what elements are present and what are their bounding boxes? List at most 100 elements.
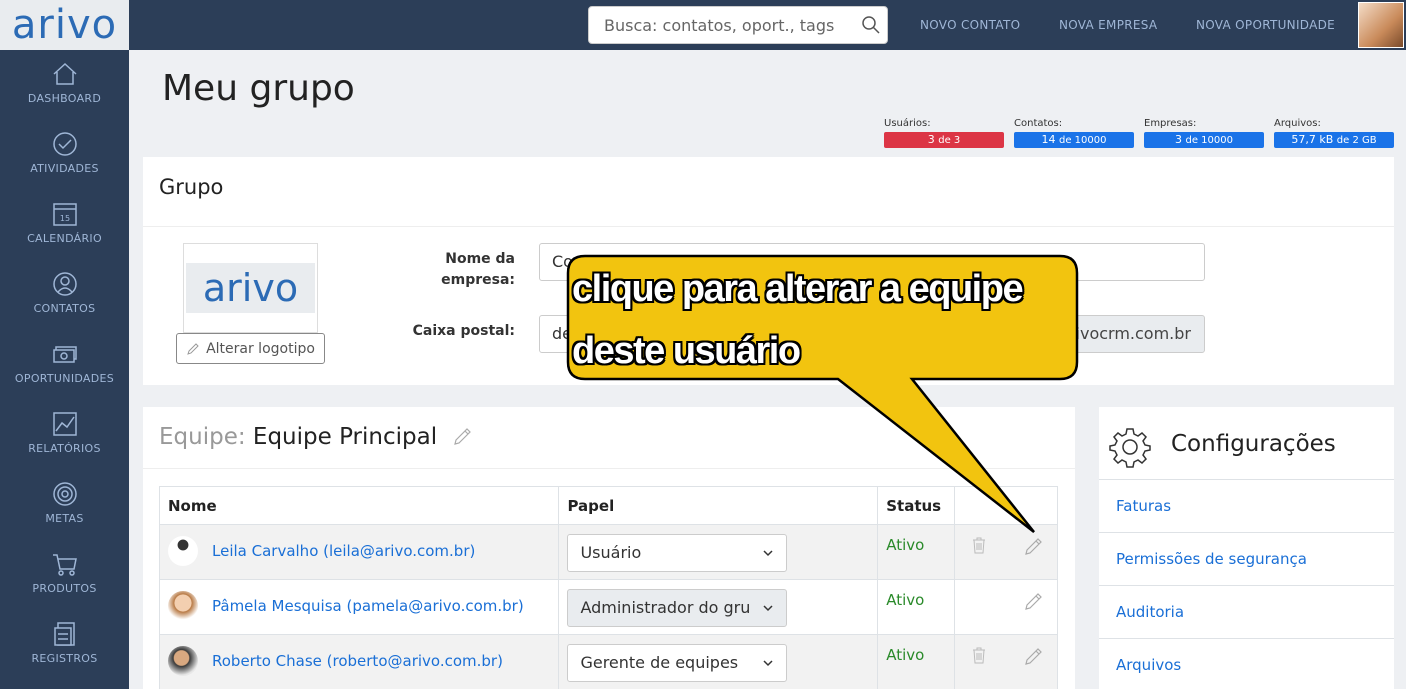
- new-contact-link[interactable]: NOVO CONTATO: [920, 18, 1020, 32]
- company-name-label-line1: Nome da: [445, 251, 515, 267]
- config-link-permissoes[interactable]: Permissões de segurança: [1099, 532, 1394, 585]
- trash-icon[interactable]: [971, 535, 987, 555]
- stat-value: 3: [1175, 133, 1182, 146]
- config-link-faturas[interactable]: Faturas: [1099, 479, 1394, 532]
- user-cell: Leila Carvalho (leila@arivo.com.br): [158, 524, 560, 580]
- status-cell: Ativo: [877, 524, 956, 580]
- change-logo-label: Alterar logotipo: [206, 340, 315, 357]
- role-cell: Usuário: [558, 524, 879, 580]
- stat-value: 3: [927, 133, 935, 146]
- table-header-row: Nome Papel Status: [158, 486, 1058, 525]
- page-title: Meu grupo: [162, 68, 355, 109]
- avatar: [168, 536, 198, 566]
- sidebar-item-label: ATIVIDADES: [30, 162, 99, 175]
- stat-usuarios: Usuários: 3 de 3: [884, 118, 1004, 148]
- mailbox-domain-suffix: ivocrm.com.br: [1058, 315, 1205, 353]
- team-title: Equipe: Equipe Principal: [159, 424, 474, 450]
- column-header-papel[interactable]: Papel: [558, 486, 879, 525]
- search-box: [588, 6, 888, 44]
- user-link[interactable]: Pâmela Mesquisa (pamela@arivo.com.br): [212, 597, 524, 615]
- config-card: Configurações Faturas Permissões de segu…: [1099, 407, 1394, 689]
- sidebar-item-metas[interactable]: METAS: [0, 480, 129, 550]
- company-name-label-line2: empresa:: [441, 272, 515, 288]
- sidebar-item-contatos[interactable]: CONTATOS: [0, 270, 129, 340]
- sidebar-item-produtos[interactable]: PRODUTOS: [0, 550, 129, 620]
- role-select[interactable]: Administrador do gru: [567, 589, 788, 627]
- stat-bar: 14 de 10000: [1014, 132, 1134, 148]
- sidebar-item-oportunidades[interactable]: OPORTUNIDADES: [0, 340, 129, 410]
- sidebar-item-label: CONTATOS: [33, 302, 96, 315]
- stat-empresas: Empresas: 3 de 10000: [1144, 118, 1264, 148]
- sidebar-item-label: RELATÓRIOS: [28, 442, 101, 455]
- new-opportunity-link[interactable]: NOVA OPORTUNIDADE: [1196, 18, 1335, 32]
- sidebar-item-label: DASHBOARD: [27, 92, 102, 105]
- role-cell: Administrador do gru: [558, 579, 879, 635]
- trash-icon[interactable]: [971, 645, 987, 665]
- config-link-auditoria[interactable]: Auditoria: [1099, 585, 1394, 638]
- column-header-status[interactable]: Status: [877, 486, 956, 525]
- status-text: Ativo: [886, 646, 925, 664]
- table-row: Leila Carvalho (leila@arivo.com.br) Usuá…: [158, 524, 1058, 580]
- sidebar-item-dashboard[interactable]: DASHBOARD: [0, 60, 129, 130]
- divider: [143, 226, 1394, 227]
- chart-icon: [52, 412, 77, 436]
- sidebar-item-label: PRODUTOS: [32, 582, 97, 595]
- avatar: [168, 591, 198, 621]
- column-header-nome[interactable]: Nome: [158, 486, 560, 525]
- user-avatar[interactable]: [1358, 2, 1404, 48]
- stat-label: Empresas:: [1144, 118, 1197, 129]
- user-link[interactable]: Roberto Chase (roberto@arivo.com.br): [212, 652, 503, 670]
- company-logo-text: arivo: [202, 266, 299, 310]
- stat-label: Usuários:: [884, 118, 931, 129]
- table-row: Roberto Chase (roberto@arivo.com.br) Ger…: [158, 634, 1058, 689]
- actions-cell: [954, 524, 1058, 580]
- group-title: Grupo: [159, 175, 224, 199]
- new-company-link[interactable]: NOVA EMPRESA: [1059, 18, 1157, 32]
- stat-of: de 2 GB: [1336, 135, 1377, 146]
- svg-text:15: 15: [59, 214, 69, 223]
- edit-team-name-icon[interactable]: [452, 425, 474, 447]
- user-link[interactable]: Leila Carvalho (leila@arivo.com.br): [212, 542, 475, 560]
- role-select-value: Usuário: [580, 543, 642, 562]
- stat-contatos: Contatos: 14 de 10000: [1014, 118, 1134, 148]
- chevron-down-icon: [763, 550, 773, 557]
- table-row: Pâmela Mesquisa (pamela@arivo.com.br) Ad…: [158, 579, 1058, 635]
- callout-text: clique para alterar a equipe deste usuár…: [572, 258, 1072, 382]
- role-select[interactable]: Usuário: [567, 534, 788, 572]
- actions-cell: [954, 634, 1058, 689]
- sidebar-item-calendario[interactable]: 15 CALENDÁRIO: [0, 200, 129, 270]
- config-link-arquivos[interactable]: Arquivos: [1099, 638, 1394, 689]
- sidebar-item-relatorios[interactable]: RELATÓRIOS: [0, 410, 129, 480]
- chevron-down-icon: [763, 605, 773, 612]
- stat-arquivos: Arquivos: 57,7 kB de 2 GB: [1274, 118, 1394, 148]
- edit-team-icon[interactable]: [1023, 590, 1045, 612]
- sidebar-item-registros[interactable]: REGISTROS: [0, 620, 129, 689]
- divider: [143, 468, 1075, 469]
- edit-team-icon[interactable]: [1023, 535, 1045, 557]
- search-icon[interactable]: [861, 15, 881, 35]
- sidebar-item-atividades[interactable]: ATIVIDADES: [0, 130, 129, 200]
- stat-value: 14: [1041, 133, 1056, 146]
- stat-bar: 57,7 kB de 2 GB: [1274, 132, 1394, 148]
- status-text: Ativo: [886, 536, 925, 554]
- edit-team-icon[interactable]: [1023, 645, 1045, 667]
- config-title: Configurações: [1171, 431, 1336, 457]
- user-cell: Pâmela Mesquisa (pamela@arivo.com.br): [158, 579, 560, 635]
- top-bar: arivo NOVO CONTATO NOVA EMPRESA NOVA OPO…: [0, 0, 1406, 50]
- sidebar: DASHBOARD ATIVIDADES 15 CALENDÁRIO CONTA…: [0, 50, 129, 689]
- search-input[interactable]: [589, 7, 849, 43]
- change-logo-button[interactable]: Alterar logotipo: [176, 333, 325, 364]
- user-cell: Roberto Chase (roberto@arivo.com.br): [158, 634, 560, 689]
- records-icon: [53, 622, 75, 646]
- role-select[interactable]: Gerente de equipes: [567, 644, 788, 682]
- company-logo-box: arivo: [186, 263, 315, 313]
- app-logo[interactable]: arivo: [0, 0, 129, 50]
- team-members-table: Nome Papel Status Leila Carvalho (leila@…: [158, 486, 1058, 689]
- stat-bar: 3 de 10000: [1144, 132, 1264, 148]
- status-cell: Ativo: [877, 579, 956, 635]
- sidebar-item-label: METAS: [45, 512, 84, 525]
- stat-label: Contatos:: [1014, 118, 1063, 129]
- pencil-icon: [187, 342, 199, 355]
- column-header-actions: [954, 486, 1058, 525]
- person-icon: [52, 272, 77, 296]
